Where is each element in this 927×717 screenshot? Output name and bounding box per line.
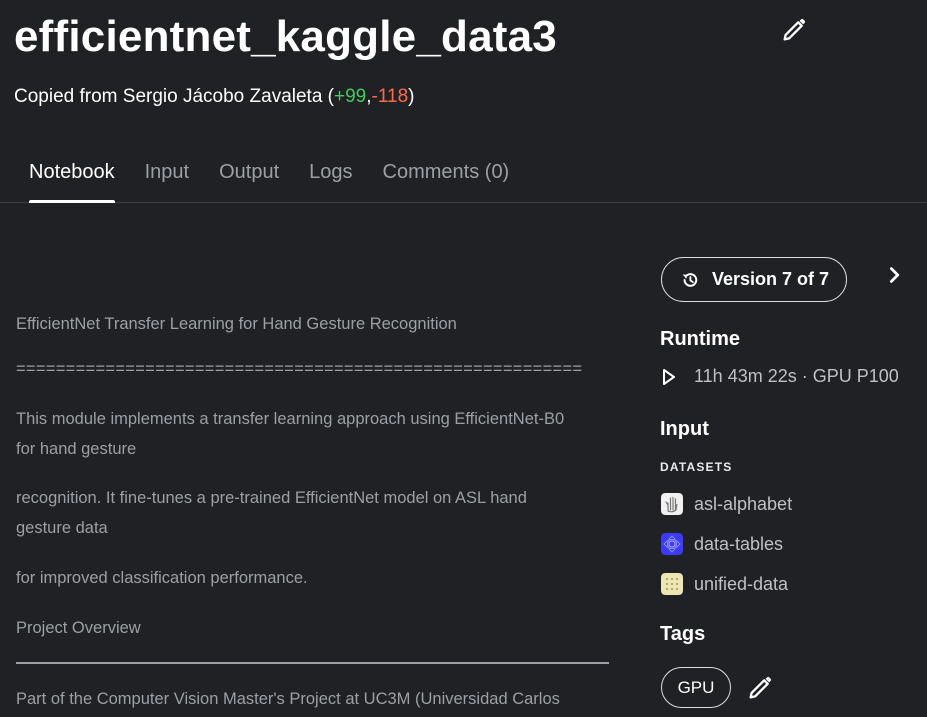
runtime-row: 11h 43m 22s · GPU P100	[662, 366, 899, 387]
votes-down: -118	[371, 86, 409, 107]
dataset-item-data-tables[interactable]: data-tables	[661, 533, 783, 555]
markdown-paragraph: Part of the Computer Vision Master's Pro…	[16, 690, 560, 708]
markdown-paragraph: This module implements a transfer learni…	[16, 410, 565, 428]
tab-logs[interactable]: Logs	[294, 158, 367, 203]
dataset-item-unified-data[interactable]: unified-data	[661, 573, 788, 595]
notebook-title: efficientnet_kaggle_data3	[14, 12, 557, 61]
dataset-name: data-tables	[694, 533, 784, 554]
markdown-paragraph: for improved classification performance.	[16, 569, 308, 587]
pencil-icon[interactable]	[780, 16, 808, 44]
tags-heading: Tags	[660, 623, 706, 645]
tab-bar: Notebook Input Output Logs Comments (0)	[14, 158, 524, 203]
markdown-paragraph: gesture data	[16, 519, 108, 537]
version-history-button[interactable]: Version 7 of 7	[661, 257, 847, 302]
tab-notebook[interactable]: Notebook	[14, 158, 130, 203]
copied-from-text: Copied from Sergio Jácobo Zavaleta (	[14, 86, 334, 107]
markdown-paragraph: recognition. It fine-tunes a pre-trained…	[16, 489, 527, 507]
history-icon	[682, 272, 698, 287]
votes-up: +99	[334, 86, 367, 107]
horizontal-rule	[16, 662, 609, 664]
dataset-item-asl-alphabet[interactable]: asl-alphabet	[661, 493, 792, 515]
play-icon	[663, 368, 675, 385]
dataset-name: unified-data	[694, 573, 789, 594]
version-label: Version 7 of 7	[712, 269, 830, 289]
dataset-name: asl-alphabet	[694, 493, 793, 514]
dotted-grid-thumbnail-icon	[661, 573, 683, 595]
copied-from-close: )	[408, 86, 415, 107]
runtime-value: 11h 43m 22s · GPU P100	[694, 366, 899, 386]
tab-input[interactable]: Input	[130, 158, 204, 203]
tag-chip-gpu[interactable]: GPU	[661, 667, 731, 708]
tab-output[interactable]: Output	[204, 158, 294, 203]
input-heading: Input	[660, 418, 709, 440]
pencil-icon[interactable]	[746, 674, 774, 702]
markdown-subheading: Project Overview	[16, 619, 141, 637]
tab-comments[interactable]: Comments (0)	[368, 158, 525, 203]
hand-sketch-thumbnail-icon	[661, 493, 683, 515]
markdown-heading: EfficientNet Transfer Learning for Hand …	[16, 315, 457, 333]
runtime-heading: Runtime	[660, 328, 740, 350]
copied-from-line: Copied from Sergio Jácobo Zavaleta (+99,…	[14, 86, 414, 108]
datasets-heading: DATASETS	[660, 460, 733, 474]
markdown-separator: ========================================…	[16, 360, 583, 378]
notebook-header: efficientnet_kaggle_data3 Copied from Se…	[0, 0, 927, 203]
markdown-paragraph: for hand gesture	[16, 440, 137, 458]
blue-pattern-thumbnail-icon	[661, 533, 683, 555]
chevron-right-icon[interactable]	[884, 262, 906, 288]
